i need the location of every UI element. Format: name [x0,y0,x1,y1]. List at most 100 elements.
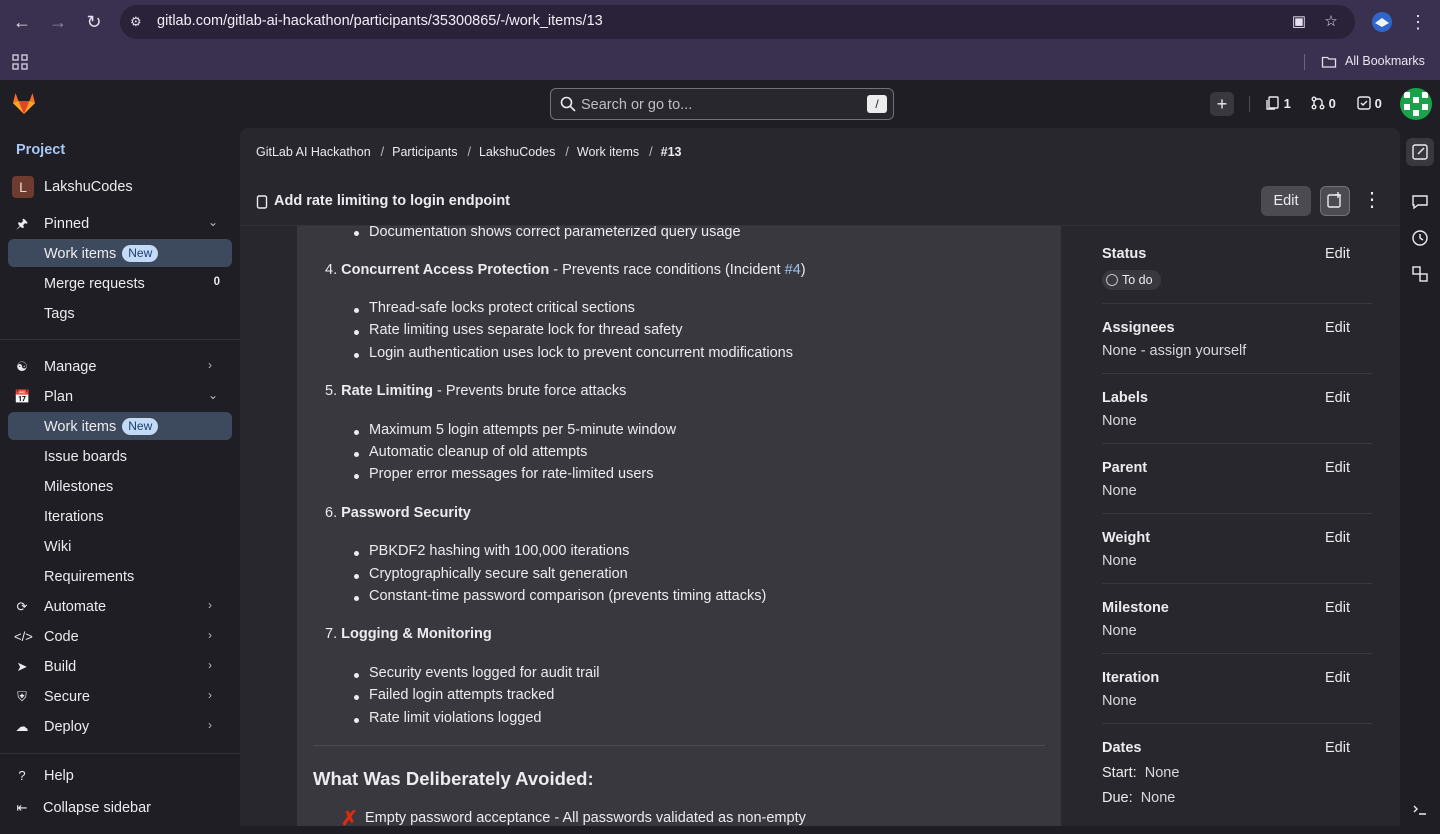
project-avatar: L [12,176,34,198]
numbered-item: 5. Rate Limiting - Prevents brute force … [325,383,626,399]
create-new-button[interactable]: + [1210,92,1234,116]
list-item: Proper error messages for rate-limited u… [369,466,654,482]
bullet [354,551,359,556]
edit-weight-button[interactable]: Edit [1325,530,1350,546]
breadcrumb-item[interactable]: GitLab AI Hackathon [256,145,371,159]
labels-section: Labels Edit None [1102,374,1372,444]
breadcrumb-item[interactable]: LakshuCodes [479,145,555,159]
sidebar-item-issue-boards[interactable]: Issue boards [8,443,232,471]
edit-parent-button[interactable]: Edit [1325,460,1350,476]
edit-note-icon[interactable] [1406,138,1434,166]
install-app-icon[interactable]: ▣ [1290,13,1308,31]
edit-milestone-button[interactable]: Edit [1325,600,1350,616]
sidebar-item-automate[interactable]: ⟳ Automate › [8,593,232,621]
work-item-sticky-header: Add rate limiting to login endpoint Edit… [240,176,1400,226]
todos-button[interactable]: 0 [1357,92,1382,116]
parent-value: None [1102,483,1137,499]
new-badge: New [122,418,159,435]
new-related-item-button[interactable] [1320,186,1350,216]
parent-heading: Parent [1102,460,1148,476]
browser-chrome: ← → ↻ ⚙ gitlab.com/gitlab-ai-hackathon/p… [0,0,1440,80]
bookmark-star-icon[interactable]: ☆ [1322,13,1340,31]
breadcrumb-item[interactable]: Participants [392,145,457,159]
sidebar-item-label: Merge requests [44,276,145,292]
build-rocket-icon: ➤ [16,659,28,674]
sidebar-item-label: Tags [44,306,75,322]
edit-button[interactable]: Edit [1261,186,1311,216]
site-settings-icon[interactable]: ⚙ [130,14,146,30]
edit-iteration-button[interactable]: Edit [1325,670,1350,686]
chevron-right-icon: › [208,688,212,702]
project-link[interactable]: L LakshuCodes [12,176,232,200]
sidebar-item-tags[interactable]: Tags [8,300,232,328]
extension-icon[interactable] [1370,10,1394,34]
item-text: - Prevents race conditions (Incident [549,262,785,278]
start-date-row: Start: None [1102,765,1179,781]
edit-assignees-button[interactable]: Edit [1325,320,1350,336]
back-icon[interactable]: ← [10,10,34,34]
gitlab-logo-icon[interactable] [10,89,38,117]
edit-status-button[interactable]: Edit [1325,246,1350,262]
duo-chat-icon[interactable] [1410,800,1430,820]
list-item: PBKDF2 hashing with 100,000 iterations [369,543,630,559]
pinned-section-toggle[interactable]: 🖈 Pinned ⌄ [8,210,232,238]
help-button[interactable]: ? Help [8,762,232,790]
sidebar-item-code[interactable]: </> Code › [8,623,232,651]
reload-icon[interactable]: ↻ [82,10,106,34]
edit-labels-button[interactable]: Edit [1325,390,1350,406]
apps-grid-icon[interactable] [12,54,28,70]
incident-link[interactable]: #4 [785,262,801,278]
breadcrumb-item[interactable]: Work items [577,145,639,159]
sidebar-item-plan[interactable]: 📅 Plan ⌄ [8,383,232,411]
assign-yourself-link[interactable]: None - assign yourself [1102,343,1246,359]
item-title: Password Security [341,505,471,521]
assigned-issues-button[interactable]: 1 [1266,92,1291,116]
breadcrumb-current[interactable]: #13 [661,145,682,159]
horizontal-rule [313,745,1045,746]
sidebar-item-label: Build [44,659,77,675]
section-heading: What Was Deliberately Avoided: [313,768,594,789]
comments-icon[interactable] [1410,192,1430,212]
sidebar-item-merge-requests[interactable]: Merge requests 0 [8,270,232,298]
collapse-label: Collapse sidebar [43,800,152,816]
bullet [354,718,359,723]
right-rail [1400,128,1440,834]
edit-dates-button[interactable]: Edit [1325,740,1350,756]
iteration-section: Iteration Edit None [1102,654,1372,724]
linked-items-icon[interactable] [1410,264,1430,284]
assignees-section: Assignees Edit None - assign yourself [1102,304,1372,374]
main-content: GitLab AI Hackathon / Participants / LakshuC… [240,128,1400,826]
url-text[interactable]: gitlab.com/gitlab-ai-hackathon/participa… [157,13,603,29]
sidebar-item-secure[interactable]: ⛨ Secure › [8,683,232,711]
sidebar-item-pinned-work-items[interactable]: Work items New [8,239,232,267]
sidebar-item-build[interactable]: ➤ Build › [8,653,232,681]
due-date-label: Due: [1102,790,1133,806]
sidebar-item-iterations[interactable]: Iterations [8,503,232,531]
collapse-sidebar-button[interactable]: ⇤ Collapse sidebar [8,794,232,822]
all-bookmarks-link[interactable]: All Bookmarks [1345,54,1425,68]
list-item: Failed login attempts tracked [369,687,555,703]
search-input[interactable]: Search or go to... / [550,88,894,120]
sidebar-item-milestones[interactable]: Milestones [8,473,232,501]
code-icon: </> [14,629,33,644]
address-bar[interactable]: ⚙ gitlab.com/gitlab-ai-hackathon/partici… [120,5,1355,39]
sidebar-item-requirements[interactable]: Requirements [8,563,232,591]
bullet [354,474,359,479]
collapse-icon: ⇤ [16,800,28,815]
more-actions-icon[interactable]: ⋮ [1362,186,1382,216]
breadcrumb: GitLab AI Hackathon / Participants / LakshuC… [256,145,688,159]
sidebar-item-plan-work-items[interactable]: Work items New [8,412,232,440]
bookmark-separator [1304,54,1305,70]
history-icon[interactable] [1410,228,1430,248]
browser-menu-icon[interactable]: ⋮ [1406,10,1430,34]
sidebar-item-deploy[interactable]: ☁ Deploy › [8,713,232,741]
forward-icon[interactable]: → [46,10,70,34]
item-title: Rate Limiting [341,383,433,399]
weight-heading: Weight [1102,530,1151,546]
merge-request-icon [1311,96,1325,110]
sidebar-item-wiki[interactable]: Wiki [8,533,232,561]
merge-requests-button[interactable]: 0 [1311,92,1336,116]
user-avatar[interactable] [1400,88,1432,120]
sidebar-item-manage[interactable]: ☯ Manage › [8,353,232,381]
sidebar-item-label: Work items [44,246,117,262]
